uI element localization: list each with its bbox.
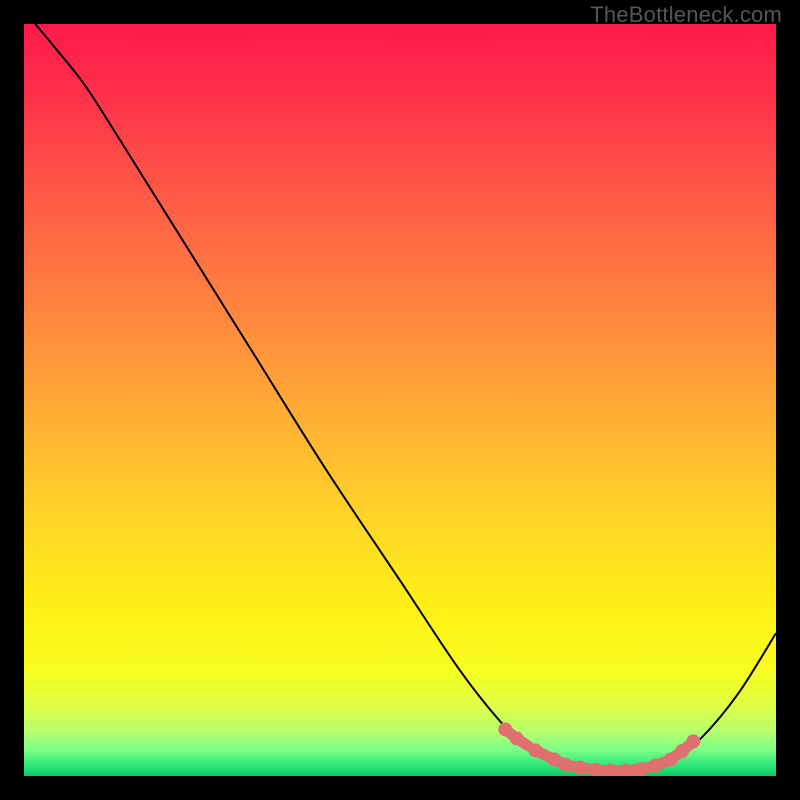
curve-marker (686, 734, 700, 748)
curve-marker (573, 761, 587, 775)
curve-marker (634, 762, 648, 776)
curve-marker (649, 758, 663, 772)
curve-marker (510, 731, 524, 745)
gradient-background (24, 24, 776, 776)
curve-marker (664, 752, 678, 766)
curve-marker (675, 744, 689, 758)
curve-marker (558, 758, 572, 772)
curve-marker (498, 722, 512, 736)
chart-frame: TheBottleneck.com (0, 0, 800, 800)
curve-marker (528, 743, 542, 757)
plot-area (24, 24, 776, 776)
chart-svg (24, 24, 776, 776)
